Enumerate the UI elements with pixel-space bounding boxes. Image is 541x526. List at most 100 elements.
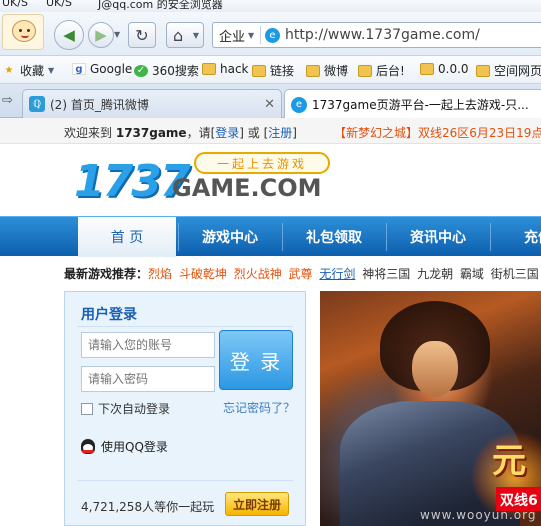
main-navigation: 首 页 游戏中心 礼包领取 资讯中心 充值 bbox=[0, 216, 541, 257]
site-favicon-icon: e bbox=[265, 28, 280, 43]
game-banner[interactable]: 元 双线6 bbox=[320, 291, 541, 526]
game-link[interactable]: 烈火战神 bbox=[234, 267, 282, 281]
game-link[interactable]: 无行剑 bbox=[319, 267, 355, 281]
browser-e-icon: e bbox=[291, 96, 307, 113]
qq-penguin-icon bbox=[81, 439, 95, 454]
tab-1737game[interactable]: e 1737game页游平台-一起上去游戏-只... bbox=[284, 89, 541, 119]
recommended-games: 最新游戏推荐：烈焰 斗破乾坤 烈火战神 武尊 无行剑 神将三国 九龙朝 霸域 街… bbox=[64, 265, 541, 282]
password-input[interactable] bbox=[81, 366, 215, 392]
back-button[interactable]: ◀ bbox=[54, 20, 84, 50]
login-link[interactable]: 登录 bbox=[215, 126, 239, 140]
star-icon: ★ bbox=[4, 65, 14, 76]
register-link[interactable]: 注册 bbox=[268, 126, 292, 140]
bookmark-favorites[interactable]: ★ 收藏 ▼ bbox=[2, 62, 55, 79]
login-button[interactable]: 登 录 bbox=[219, 330, 293, 390]
bookmark-folder-000[interactable]: 0.0.0 bbox=[420, 62, 469, 76]
google-icon: g bbox=[72, 63, 86, 75]
nav-home[interactable]: 首 页 bbox=[78, 217, 176, 257]
bookmark-folder-space[interactable]: 空间网页 bbox=[476, 62, 541, 79]
title-fragment: UK/S bbox=[46, 0, 72, 9]
bookmark-folder-hack[interactable]: hack bbox=[202, 62, 249, 76]
remember-checkbox[interactable] bbox=[81, 402, 93, 415]
title-fragment: UK/S bbox=[2, 0, 28, 9]
site-top-strip: 欢迎来到 1737game，请[登录] 或 [注册] 【新梦幻之城】双线26区6… bbox=[0, 118, 541, 144]
nav-news-center[interactable]: 资讯中心 bbox=[388, 217, 488, 257]
tab-label: 1737game页游平台-一起上去游戏-只... bbox=[312, 98, 529, 112]
browser-window: UK/S UK/S J@qq.com 的安全浏览器 ◀ ▶ ▼ ↻ ⌂ ▼ 企业… bbox=[0, 0, 541, 526]
back-arrow-icon: ◀ bbox=[63, 26, 75, 44]
bookmark-label: Google bbox=[90, 62, 133, 76]
folder-icon bbox=[202, 63, 216, 75]
player-count: 4,721,258人等你一起玩 bbox=[81, 500, 215, 514]
bookmark-label: 0.0.0 bbox=[438, 62, 469, 76]
remember-label: 下次自动登录 bbox=[98, 402, 171, 416]
bookmark-label: 空间网页 bbox=[494, 64, 541, 78]
home-icon: ⌂ bbox=[173, 25, 184, 45]
bookmarks-bar: ★ 收藏 ▼ g Google ✓ 360搜索 hack 链接 微博 后台! 0… bbox=[0, 56, 541, 84]
close-icon[interactable]: ✕ bbox=[264, 97, 275, 112]
bookmark-360-search[interactable]: ✓ 360搜索 bbox=[134, 62, 199, 79]
qq-login-label: 使用QQ登录 bbox=[101, 440, 168, 454]
welcome-text: 欢迎来到 1737game，请[登录] 或 [注册] bbox=[64, 126, 297, 140]
qq-login-link[interactable]: 使用QQ登录 bbox=[81, 438, 168, 455]
title-bar: UK/S UK/S J@qq.com 的安全浏览器 bbox=[0, 0, 541, 12]
banner-title-char: 元 bbox=[492, 441, 526, 481]
remember-me[interactable]: 下次自动登录 bbox=[81, 400, 170, 417]
address-mode-dropdown[interactable]: 企业 ▼ bbox=[217, 26, 261, 45]
window-title: J@qq.com 的安全浏览器 bbox=[98, 0, 223, 11]
bookmark-folder-backend[interactable]: 后台! bbox=[358, 62, 405, 79]
bookmark-label: 收藏 bbox=[20, 64, 45, 78]
site-name: 1737game bbox=[115, 126, 187, 140]
login-panel: 用户登录 登 录 下次自动登录 忘记密码了？ 使用QQ登录 4,721,258人… bbox=[64, 291, 306, 526]
nav-gift-packs[interactable]: 礼包领取 bbox=[284, 217, 384, 257]
bookmark-google[interactable]: g Google bbox=[72, 62, 132, 76]
login-title: 用户登录 bbox=[81, 307, 137, 323]
bookmark-label: hack bbox=[220, 62, 249, 76]
announcement-link[interactable]: 【新梦幻之城】双线26区6月23日19点火 bbox=[334, 124, 541, 141]
chevron-down-icon: ▼ bbox=[192, 31, 199, 40]
game-link[interactable]: 霸域 bbox=[460, 267, 484, 281]
site-logo[interactable]: 1737 GAME.COM 一起上去游戏 bbox=[74, 150, 334, 207]
username-input[interactable] bbox=[81, 332, 215, 358]
avatar-face-icon bbox=[12, 20, 36, 42]
recommend-label: 最新游戏推荐： bbox=[64, 267, 149, 281]
url-text[interactable]: http://www.1737game.com/ bbox=[285, 27, 480, 43]
forgot-password-link[interactable]: 忘记密码了？ bbox=[223, 399, 295, 416]
address-mode-label: 企业 bbox=[219, 29, 246, 45]
folder-icon bbox=[358, 64, 372, 77]
game-link[interactable]: 斗破乾坤 bbox=[179, 267, 227, 281]
register-button[interactable]: 立即注册 bbox=[225, 492, 289, 516]
bookmark-label: 后台! bbox=[376, 64, 405, 78]
refresh-button[interactable]: ↻ bbox=[128, 22, 156, 48]
game-link[interactable]: 烈焰 bbox=[148, 267, 172, 281]
game-link[interactable]: 九龙朝 bbox=[417, 267, 453, 281]
game-link[interactable]: 武尊 bbox=[289, 267, 313, 281]
tab-scroll-arrow-icon[interactable]: ⇨ bbox=[2, 93, 13, 108]
address-bar[interactable]: 企业 ▼ e http://www.1737game.com/ bbox=[212, 22, 541, 48]
history-dropdown-icon[interactable]: ▼ bbox=[114, 30, 120, 39]
bookmark-folder-links[interactable]: 链接 bbox=[252, 62, 294, 79]
home-button[interactable]: ⌂ ▼ bbox=[166, 22, 204, 48]
game-link[interactable]: 街机三国 bbox=[491, 267, 539, 281]
tab-label: (2) 首页_腾讯微博 bbox=[50, 97, 149, 112]
tab-strip: ⇨ ℚ (2) 首页_腾讯微博 ✕ e 1737game页游平台-一起上去游戏-… bbox=[0, 84, 541, 119]
game-link[interactable]: 神将三国 bbox=[362, 267, 410, 281]
navigation-bar: ◀ ▶ ▼ ↻ ⌂ ▼ 企业 ▼ e http://www.1737game.c… bbox=[0, 12, 541, 56]
bookmark-label: 360搜索 bbox=[152, 64, 199, 78]
nav-recharge[interactable]: 充值 bbox=[492, 217, 541, 257]
user-avatar[interactable] bbox=[2, 14, 44, 50]
tab-weibo[interactable]: ℚ (2) 首页_腾讯微博 ✕ bbox=[22, 89, 282, 118]
logo-slogan: 一起上去游戏 bbox=[194, 152, 330, 174]
refresh-icon: ↻ bbox=[135, 25, 149, 45]
folder-icon bbox=[252, 64, 266, 77]
forward-arrow-icon: ▶ bbox=[95, 26, 107, 44]
bookmark-label: 微博 bbox=[324, 64, 349, 78]
folder-icon bbox=[420, 63, 434, 75]
folder-icon bbox=[306, 64, 320, 77]
nav-game-center[interactable]: 游戏中心 bbox=[180, 217, 280, 257]
forward-button[interactable]: ▶ bbox=[88, 22, 114, 48]
watermark: www.wooyun.org bbox=[420, 508, 537, 522]
bookmark-folder-weibo[interactable]: 微博 bbox=[306, 62, 348, 79]
logo-game-text: GAME.COM bbox=[172, 174, 322, 202]
chevron-down-icon: ▼ bbox=[248, 30, 255, 40]
